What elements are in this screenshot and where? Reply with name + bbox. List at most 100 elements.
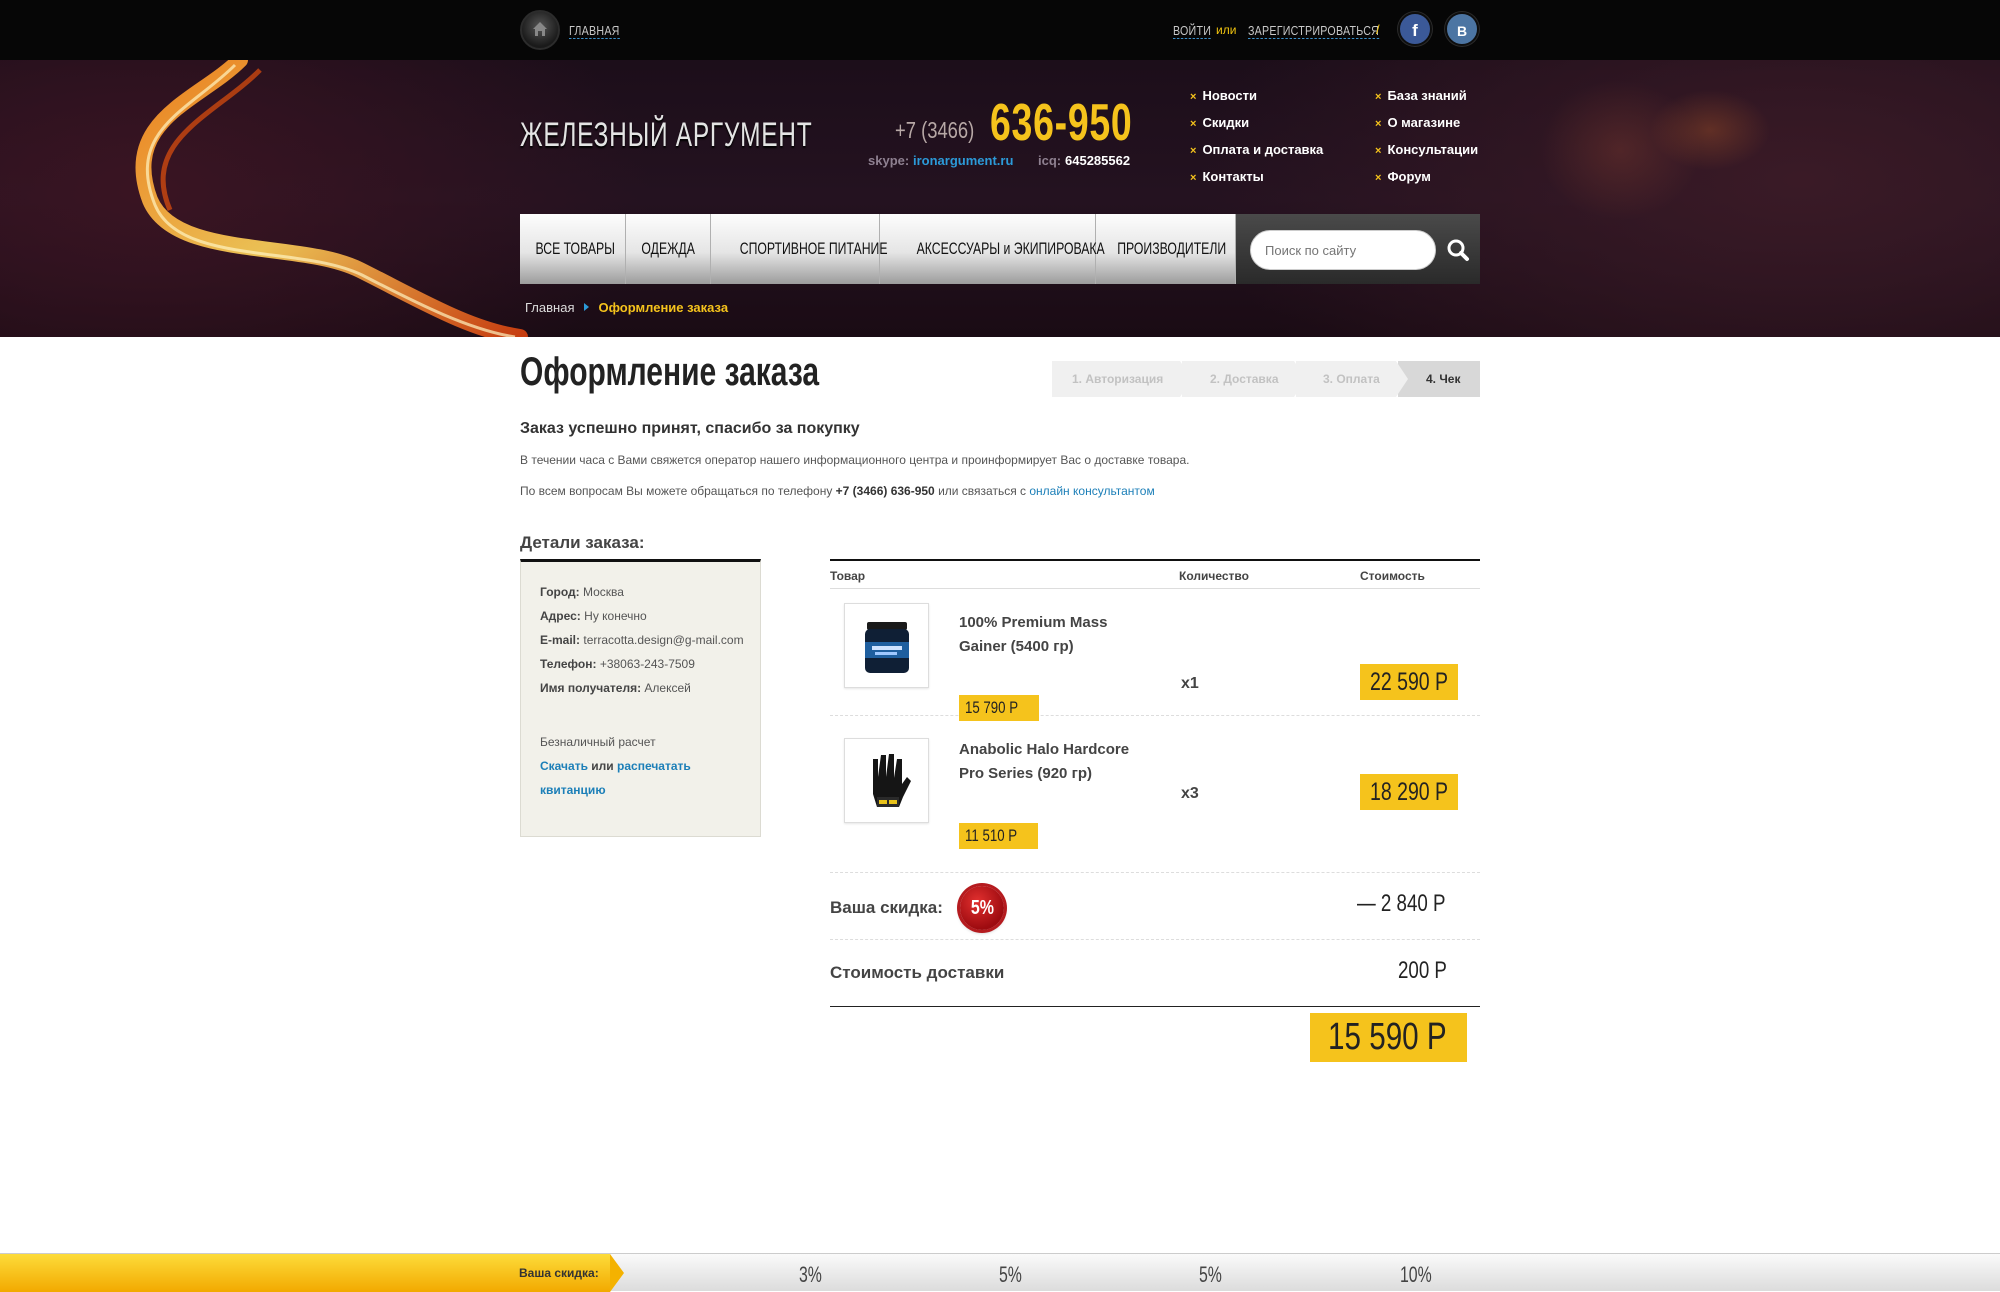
breadcrumb: Главная Оформление заказа <box>525 300 728 315</box>
success-message: Заказ успешно принят, спасибо за покупку <box>520 420 860 437</box>
nav-accessories[interactable]: АКСЕССУАРЫ и ЭКИПИРОВАКА <box>880 214 1105 284</box>
home-icon <box>533 22 547 36</box>
info-text: В течении часа с Вами свяжется оператор … <box>520 453 1190 467</box>
delivery-value: 200 Р <box>1398 957 1447 984</box>
nav-manufacturers[interactable]: ПРОИЗВОДИТЕЛИ <box>1096 214 1236 284</box>
menu-item-consultations[interactable]: × Консультации <box>1375 142 1478 169</box>
table-row: Anabolic Halo Hardcore Pro Series (920 г… <box>830 716 1480 873</box>
site-logo[interactable]: ЖЕЛЕЗНЫЙ АРГУМЕНТ <box>520 116 812 155</box>
grand-total: 15 590 Р <box>1310 1013 1467 1062</box>
skype-label: skype: <box>868 153 910 168</box>
column-product: Товар <box>830 569 866 583</box>
bullet-icon: × <box>1375 172 1382 184</box>
header: ЖЕЛЕЗНЫЙ АРГУМЕНТ +7 (3466) 636-950 skyp… <box>0 60 2000 337</box>
bullet-icon: × <box>1375 91 1382 103</box>
bullet-icon: × <box>1375 118 1382 130</box>
discount-progress-bar: Ваша скидка: 3% 5% 5% 10% <box>0 1253 2000 1292</box>
search-input[interactable] <box>1250 230 1436 270</box>
product-image[interactable] <box>844 603 929 688</box>
contact-info-text: По всем вопросам Вы можете обращаться по… <box>520 484 1155 498</box>
step-authorization[interactable]: 1. Авторизация <box>1052 361 1192 397</box>
discount-badge: 5% <box>960 886 1004 930</box>
icq-value: 645285562 <box>1065 153 1131 168</box>
separator: / <box>1376 22 1380 37</box>
discount-label: Ваша скидка: <box>830 898 943 917</box>
vk-icon[interactable]: B <box>1445 12 1479 46</box>
header-menu-right: × База знаний × О магазине × Консультации ×… <box>1375 88 1478 196</box>
detail-address: Адрес: Ну конечно <box>540 609 647 623</box>
column-quantity: Количество <box>1179 569 1249 583</box>
bullet-icon: × <box>1190 118 1197 130</box>
icq-label: icq: <box>1038 153 1062 168</box>
order-details-box: Город: Москва Адрес: Ну конечно E-mail: … <box>520 559 761 837</box>
table-row: 100% Premium Mass Gainer (5400 гр) 15 79… <box>830 589 1480 721</box>
detail-payment-method: Безналичный расчет <box>540 735 656 749</box>
menu-item-discounts[interactable]: × Скидки <box>1190 115 1323 142</box>
discount-level: 5% <box>1199 1262 1222 1287</box>
detail-email: E-mail: terracotta.design@g-mail.com <box>540 633 744 647</box>
fire-decoration <box>135 60 528 337</box>
unit-price: 11 510 Р <box>959 823 1038 849</box>
search-icon <box>1447 239 1469 261</box>
column-cost: Стоимость <box>1360 569 1425 583</box>
menu-item-knowledge-base[interactable]: × База знаний <box>1375 88 1478 115</box>
top-home-link[interactable]: ГЛАВНАЯ <box>569 23 620 39</box>
breadcrumb-home-link[interactable]: Главная <box>525 300 574 315</box>
breadcrumb-arrow-icon <box>584 303 590 311</box>
step-payment[interactable]: 3. Оплата <box>1296 361 1408 397</box>
detail-city: Город: Москва <box>540 585 624 599</box>
nav-all-products[interactable]: ВСЕ ТОВАРЫ <box>520 214 626 284</box>
facebook-icon[interactable]: f <box>1398 12 1432 46</box>
search-button[interactable] <box>1442 234 1474 266</box>
delivery-row: Стоимость доставки 200 Р <box>830 941 1480 1007</box>
product-name[interactable]: 100% Premium Mass Gainer (5400 гр) <box>959 611 1134 659</box>
receipt-links: Скачать или распечатать квитанцию <box>540 759 691 797</box>
download-link[interactable]: Скачать <box>540 759 588 773</box>
home-icon-button[interactable] <box>520 10 560 50</box>
supplement-jar-icon <box>865 622 909 673</box>
discount-value: — 2 840 Р <box>1357 890 1446 917</box>
step-receipt: 4. Чек <box>1398 361 1480 397</box>
discount-row: Ваша скидка: 5% — 2 840 Р <box>830 874 1480 940</box>
bullet-icon: × <box>1190 91 1197 103</box>
menu-item-forum[interactable]: × Форум <box>1375 169 1478 196</box>
discount-level: 5% <box>999 1262 1022 1287</box>
discount-bar-label: Ваша скидка: <box>519 1266 599 1280</box>
discount-level: 10% <box>1400 1262 1432 1287</box>
discount-level: 3% <box>799 1262 822 1287</box>
header-menu-left: × Новости × Скидки × Оплата и доставка × Кон… <box>1190 88 1323 196</box>
quantity: x3 <box>1181 785 1199 802</box>
bullet-icon: × <box>1190 172 1197 184</box>
menu-item-news[interactable]: × Новости <box>1190 88 1323 115</box>
details-title: Детали заказа: <box>520 533 645 552</box>
phone-number: 636-950 <box>990 94 1133 152</box>
register-link[interactable]: ЗАРЕГИСТРИРОВАТЬСЯ <box>1248 23 1380 39</box>
skype-link[interactable]: ironargument.ru <box>913 153 1013 168</box>
detail-phone: Телефон: +38063-243-7509 <box>540 657 695 671</box>
online-consultant-link[interactable]: онлайн консультантом <box>1029 484 1154 498</box>
or-text: или <box>1216 23 1237 37</box>
product-name[interactable]: Anabolic Halo Hardcore Pro Series (920 г… <box>959 738 1134 786</box>
search-area <box>1236 214 1480 284</box>
glove-icon <box>873 754 911 807</box>
bullet-icon: × <box>1375 145 1382 157</box>
nav-sport-nutrition[interactable]: СПОРТИВНОЕ ПИТАНИЕ <box>711 214 888 284</box>
bullet-icon: × <box>1190 145 1197 157</box>
contact-phone: +7 (3466) 636-950 <box>835 484 935 498</box>
menu-item-about[interactable]: × О магазине <box>1375 115 1478 142</box>
menu-item-payment-delivery[interactable]: × Оплата и доставка <box>1190 142 1323 169</box>
step-delivery[interactable]: 2. Доставка <box>1182 361 1306 397</box>
checkout-steps: 1. Авторизация 2. Доставка 3. Оплата 4. … <box>1052 361 1480 397</box>
top-bar: ГЛАВНАЯ ВОЙТИ или ЗАРЕГИСТРИРОВАТЬСЯ / f… <box>0 0 2000 60</box>
menu-item-contacts[interactable]: × Контакты <box>1190 169 1323 196</box>
delivery-label: Стоимость доставки <box>830 963 1005 982</box>
phone-prefix: +7 (3466) <box>895 117 975 143</box>
line-total: 18 290 Р <box>1360 774 1458 810</box>
product-image[interactable] <box>844 738 929 823</box>
login-link[interactable]: ВОЙТИ <box>1173 23 1212 39</box>
line-total: 22 590 Р <box>1360 664 1458 700</box>
page-title: Оформление заказа <box>520 350 820 394</box>
nav-clothes[interactable]: ОДЕЖДА <box>626 214 711 284</box>
detail-recipient: Имя получателя: Алексей <box>540 681 691 695</box>
breadcrumb-current: Оформление заказа <box>598 300 729 315</box>
